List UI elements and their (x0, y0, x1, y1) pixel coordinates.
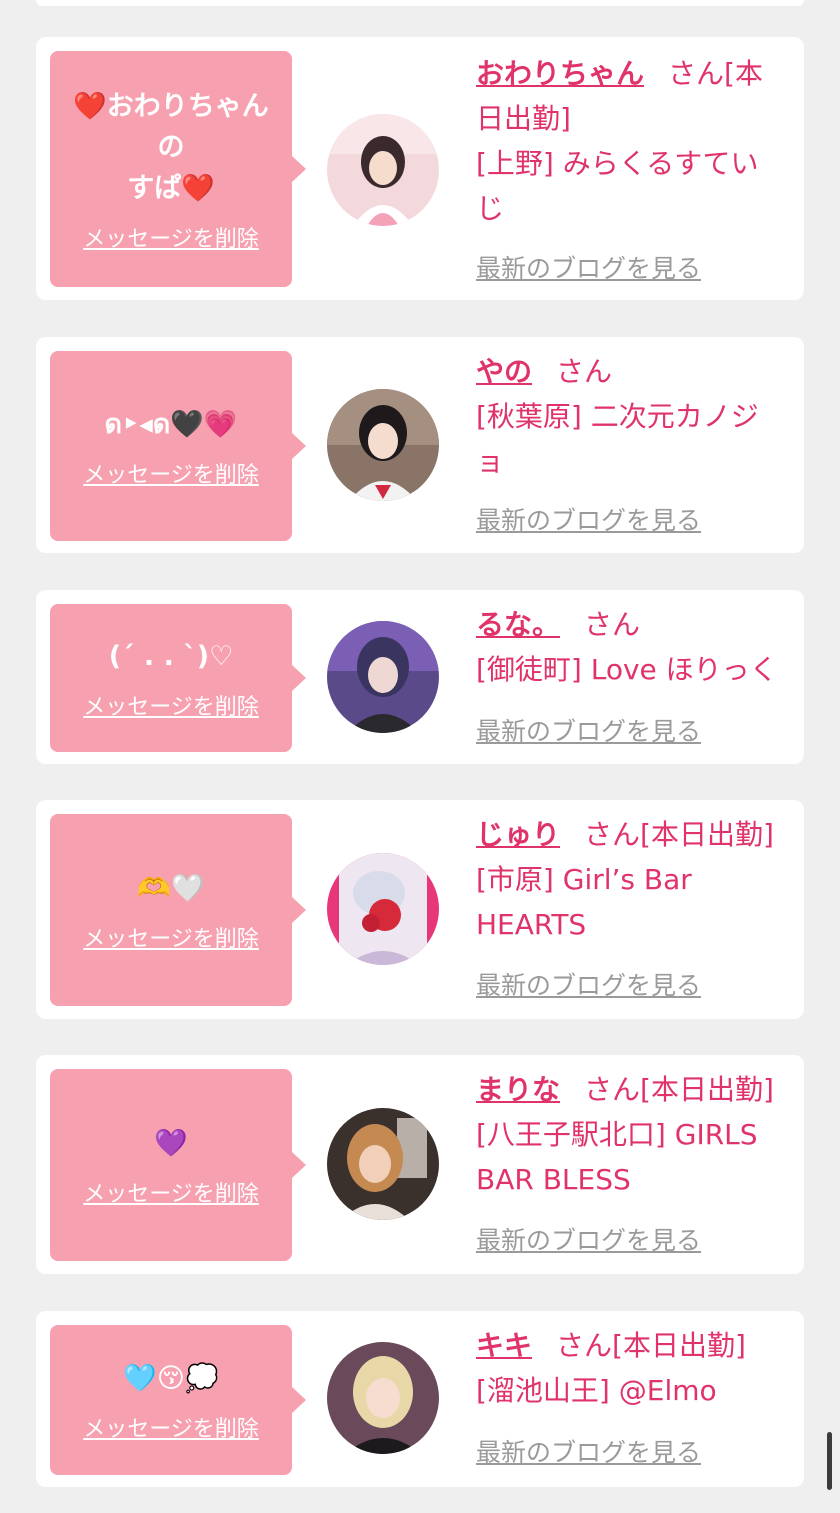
profile-info: まりな さん[本日出勤] [八王子駅北口] GIRLS BAR BLESS (476, 1067, 786, 1202)
message-bubble: 🫶🤍 メッセージを削除 (50, 814, 306, 1006)
message-bubble: 💜 メッセージを削除 (50, 1069, 306, 1261)
avatar[interactable] (327, 621, 439, 733)
message-card: ด‣◂ด🖤💗 メッセージを削除 やの さん [秋葉原] 二次元カノジョ 最新のブロ… (36, 337, 804, 553)
message-text: 💜 (154, 1127, 188, 1159)
profile-name-link[interactable]: キキ (476, 1329, 532, 1362)
delete-message-link[interactable]: メッセージを削除 (83, 689, 259, 721)
avatar[interactable] (327, 853, 439, 965)
shop-info: [八王子駅北口] GIRLS BAR BLESS (476, 1118, 758, 1196)
profile-info: じゅり さん[本日出勤] [市原] Girl’s Bar HEARTS (476, 812, 786, 947)
attendance-status: [本日出勤] (640, 818, 774, 851)
message-card: 💜 メッセージを削除 まりな さん[本日出勤] [八王子駅北口] GIRLS BA… (36, 1055, 804, 1274)
shop-info: [上野] みらくるすていじ (476, 147, 759, 225)
message-text: ❤️おわりちゃんの すぱ❤️ (73, 90, 269, 204)
attendance-status: [本日出勤] (640, 1073, 774, 1106)
message-text: 🫶🤍 (137, 872, 205, 904)
latest-blog-link[interactable]: 最新のブログを見る (476, 501, 701, 537)
honorific: さん (556, 1329, 613, 1362)
message-card: 🩵😚💭 メッセージを削除 キキ さん[本日出勤] [溜池山王] @Elmo 最新の… (36, 1311, 804, 1487)
delete-message-link[interactable]: メッセージを削除 (83, 1176, 259, 1208)
latest-blog-link[interactable]: 最新のブログを見る (476, 966, 701, 1002)
profile-name-link[interactable]: おわりちゃん (476, 57, 644, 90)
honorific: さん (584, 608, 641, 641)
delete-message-link[interactable]: メッセージを削除 (83, 921, 259, 953)
latest-blog-link[interactable]: 最新のブログを見る (476, 1433, 701, 1469)
avatar[interactable] (327, 389, 439, 501)
shop-info: [溜池山王] @Elmo (476, 1374, 717, 1407)
shop-info: [御徒町] Love ほりっく (476, 653, 778, 686)
honorific: さん (584, 818, 641, 851)
attendance-status: [本日出勤] (612, 1329, 746, 1362)
honorific: さん (556, 355, 613, 388)
message-text: (ˊ . . ˋ)♡ (108, 640, 234, 672)
avatar[interactable] (327, 114, 439, 226)
profile-info: キキ さん[本日出勤] [溜池山王] @Elmo (476, 1323, 786, 1413)
shop-info: [市原] Girl’s Bar HEARTS (476, 863, 692, 941)
avatar[interactable] (327, 1342, 439, 1454)
message-card: 🫶🤍 メッセージを削除 じゅり さん[本日出勤] [市原] Girl’s Bar … (36, 800, 804, 1019)
message-text: ด‣◂ด🖤💗 (104, 408, 238, 440)
delete-message-link[interactable]: メッセージを削除 (83, 1411, 259, 1443)
delete-message-link[interactable]: メッセージを削除 (83, 457, 259, 489)
message-bubble: (ˊ . . ˋ)♡ メッセージを削除 (50, 604, 306, 752)
message-card: ❤️おわりちゃんの すぱ❤️ メッセージを削除 おわりちゃん さん[本日出勤] [… (36, 37, 804, 300)
shop-info: [秋葉原] 二次元カノジョ (476, 400, 759, 478)
message-bubble: 🩵😚💭 メッセージを削除 (50, 1325, 306, 1475)
profile-name-link[interactable]: やの (476, 355, 532, 388)
profile-info: るな。 さん [御徒町] Love ほりっく (476, 602, 786, 692)
profile-name-link[interactable]: まりな (476, 1073, 560, 1106)
latest-blog-link[interactable]: 最新のブログを見る (476, 1221, 701, 1257)
delete-message-link[interactable]: メッセージを削除 (83, 221, 259, 253)
honorific: さん (584, 1073, 641, 1106)
message-text: 🩵😚💭 (123, 1362, 219, 1394)
latest-blog-link[interactable]: 最新のブログを見る (476, 712, 701, 748)
message-bubble: ❤️おわりちゃんの すぱ❤️ メッセージを削除 (50, 51, 306, 287)
previous-card-edge (36, 0, 804, 6)
honorific: さん (668, 57, 725, 90)
latest-blog-link[interactable]: 最新のブログを見る (476, 249, 701, 285)
profile-info: やの さん [秋葉原] 二次元カノジョ (476, 349, 786, 484)
message-bubble: ด‣◂ด🖤💗 メッセージを削除 (50, 351, 306, 541)
scrollbar[interactable] (827, 1432, 832, 1490)
profile-name-link[interactable]: るな。 (476, 608, 560, 641)
avatar[interactable] (327, 1108, 439, 1220)
profile-name-link[interactable]: じゅり (476, 818, 560, 851)
profile-info: おわりちゃん さん[本日出勤] [上野] みらくるすていじ (476, 51, 786, 231)
message-card: (ˊ . . ˋ)♡ メッセージを削除 るな。 さん [御徒町] Love ほりっ… (36, 590, 804, 764)
